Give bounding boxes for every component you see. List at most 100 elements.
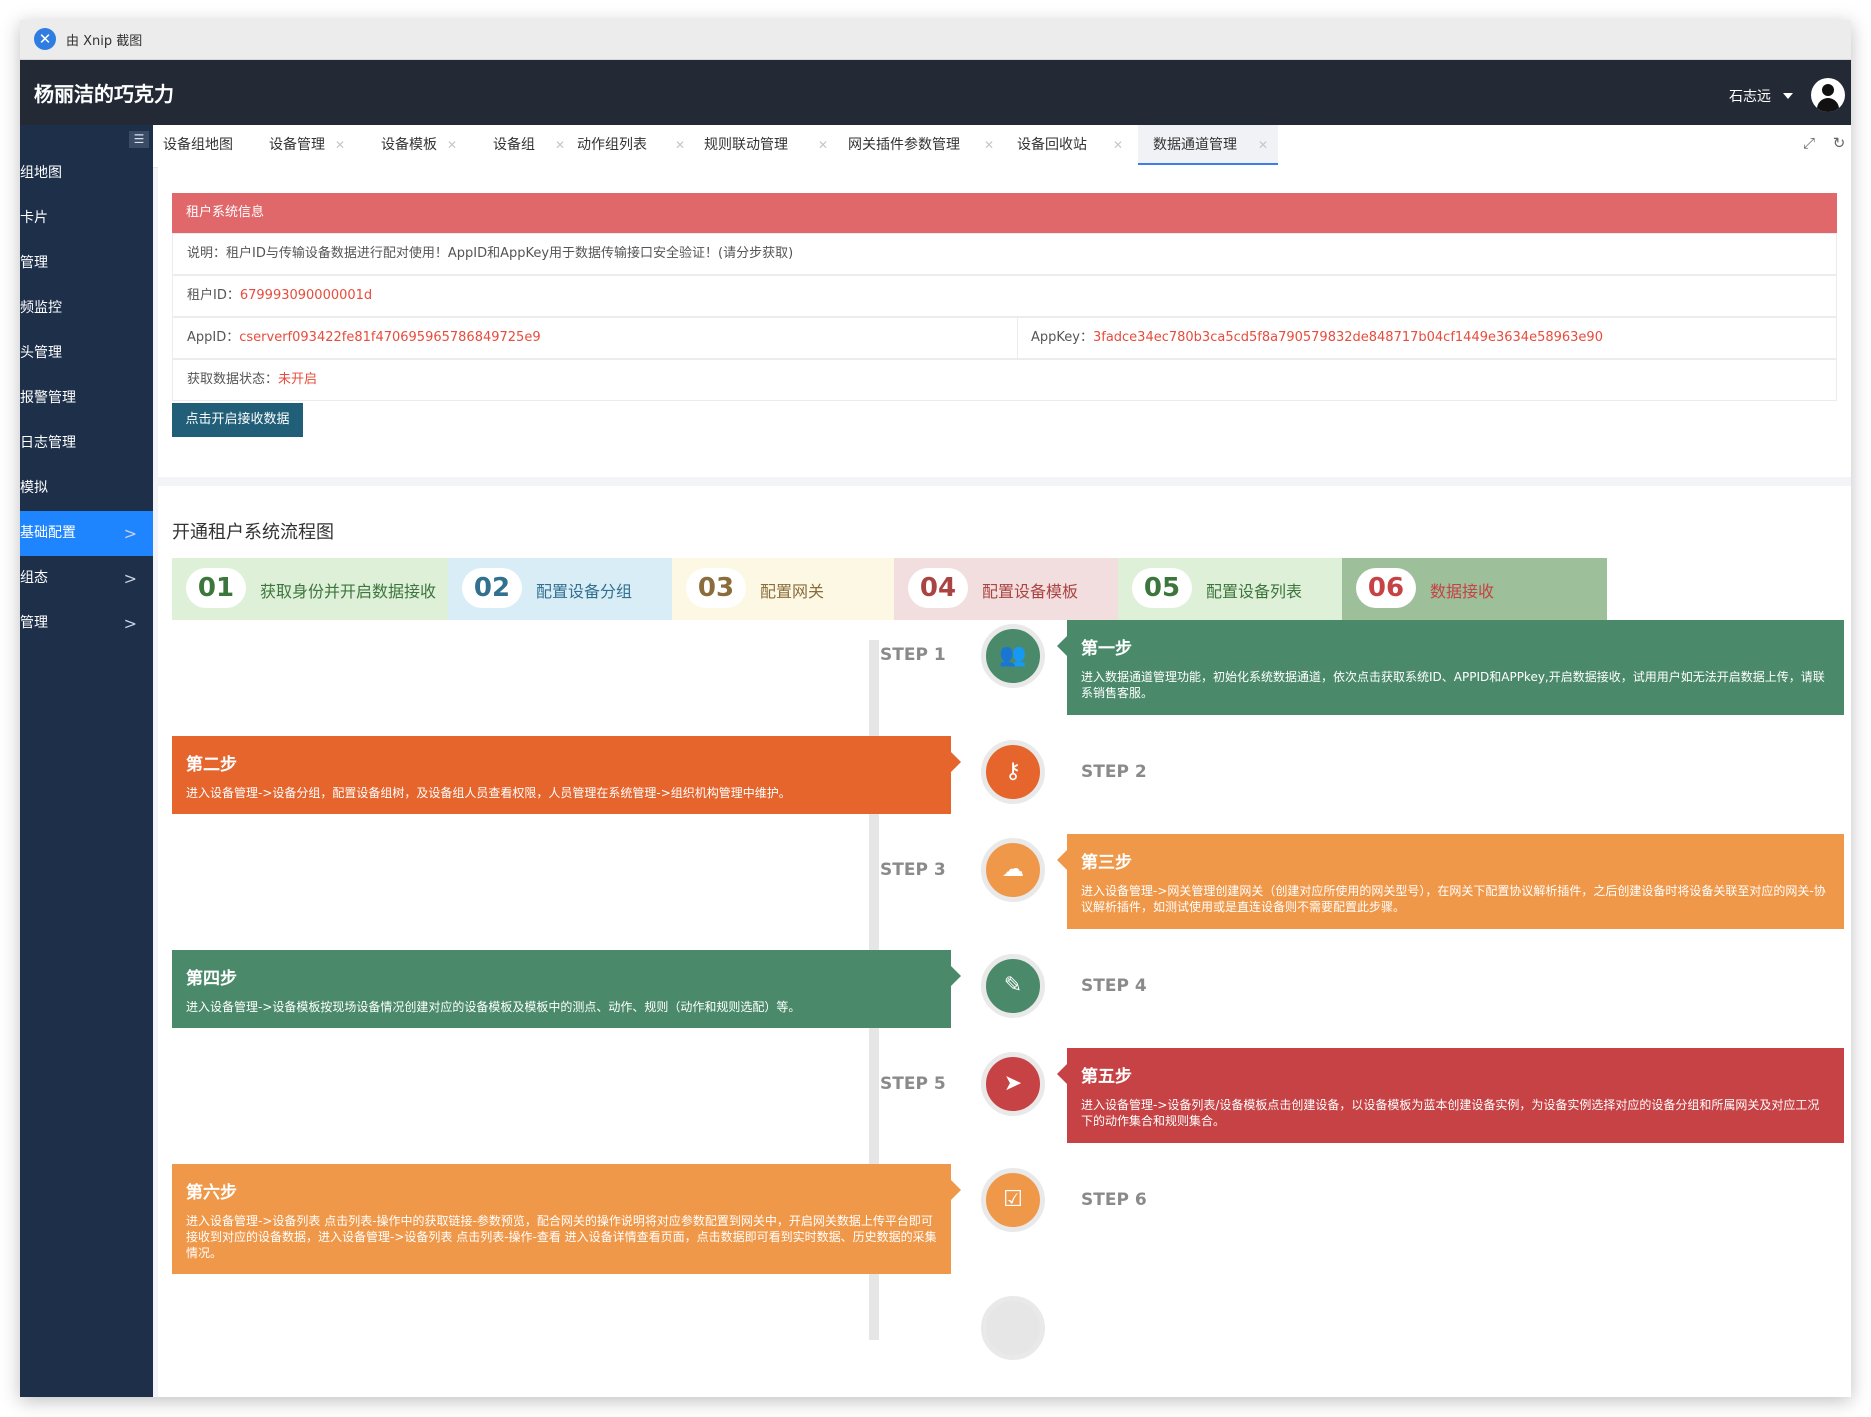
tab-label: 动作组列表 — [577, 137, 647, 153]
step-label: STEP 1 — [880, 645, 946, 665]
tab-bar: 设备组地图 设备管理 ✕ 设备模板 ✕ 设备组 ✕ 动作组列表 ✕ 规则联动管理 ✕ 网关… — [153, 125, 1851, 168]
sidebar-item[interactable]: 频监控 — [20, 286, 153, 331]
pencil-icon: ✎ — [1003, 973, 1023, 998]
step-node: 👥 — [981, 624, 1045, 688]
status-value: 未开启 — [278, 372, 318, 387]
tenant-desc-row: 说明：租户ID与传输设备数据进行配对使用！AppID和AppKey用于数据传输接… — [172, 233, 1837, 275]
tab-label: 设备模板 — [381, 137, 437, 153]
sidebar-item-active[interactable]: 基础配置 > — [20, 511, 153, 556]
tab[interactable]: 设备回收站 ✕ — [1017, 125, 1127, 165]
tenant-id-value: 679993090000001d — [239, 288, 373, 303]
sidebar-item-label: 报警管理 — [20, 390, 76, 406]
step-node: ✎ — [981, 954, 1045, 1018]
close-icon[interactable]: ✕ — [818, 125, 828, 165]
close-icon[interactable]: ✕ — [1113, 125, 1123, 165]
flow-step-label: 获取身份并开启数据接收 — [260, 582, 437, 601]
sidebar-collapse-icon[interactable]: ☰ — [129, 131, 149, 148]
sidebar-item[interactable]: 卡片 — [20, 196, 153, 241]
avatar[interactable] — [1811, 78, 1845, 112]
close-icon[interactable]: ✕ — [335, 125, 345, 165]
app-credentials-row: AppID：cserverf093422fe81f470695965786849… — [172, 317, 1837, 359]
tab[interactable]: 设备管理 ✕ — [269, 125, 349, 165]
sidebar-item-label: 组地图 — [20, 165, 62, 181]
step-label: STEP 5 — [880, 1074, 946, 1094]
avatar-head-icon — [1822, 84, 1834, 96]
card-pointer — [1057, 1064, 1067, 1084]
start-receive-button[interactable]: 点击开启接收数据 — [172, 403, 303, 437]
step-label: STEP 4 — [1081, 976, 1147, 996]
chevron-right-icon: > — [123, 524, 137, 543]
flow-step: 05 配置设备列表 — [1118, 558, 1342, 620]
flow-step-num: 01 — [186, 568, 246, 608]
sidebar-item[interactable]: 管理 — [20, 241, 153, 286]
status-label: 获取数据状态： — [187, 372, 279, 387]
tab[interactable]: 设备组地图 — [163, 125, 233, 165]
step-node: ☁ — [981, 838, 1045, 902]
tab-label: 设备组 — [493, 137, 535, 153]
sidebar-item-label: 基础配置 — [20, 525, 76, 541]
refresh-icon[interactable]: ↻ — [1831, 135, 1847, 151]
close-icon[interactable]: ✕ — [1258, 125, 1268, 165]
flow-title: 开通租户系统流程图 — [172, 522, 334, 543]
sidebar-item[interactable]: 模拟 — [20, 466, 153, 511]
send-icon: ➤ — [1003, 1071, 1023, 1096]
chevron-right-icon: > — [123, 614, 137, 633]
tenant-id-label: 租户ID： — [187, 288, 240, 303]
step-label: STEP 3 — [880, 860, 946, 880]
tab[interactable]: 设备模板 ✕ — [381, 125, 461, 165]
card-pointer — [951, 1180, 961, 1200]
close-icon[interactable]: ✕ — [447, 125, 457, 165]
flow-step: 02 配置设备分组 — [448, 558, 672, 620]
tab-active[interactable]: 数据通道管理 ✕ — [1138, 125, 1278, 165]
user-dropdown-icon[interactable] — [1783, 93, 1793, 99]
card-pointer — [951, 752, 961, 772]
close-icon[interactable]: ✕ — [984, 125, 994, 165]
sidebar-item-label: 头管理 — [20, 345, 62, 361]
sidebar-item[interactable]: 组地图 — [20, 151, 153, 196]
flow-step-num: 03 — [686, 568, 746, 608]
step-card-desc: 进入设备管理->设备列表/设备模板点击创建设备，以设备模板为蓝本创建设备实例，为… — [1081, 1098, 1820, 1128]
tab-label: 设备回收站 — [1017, 137, 1087, 153]
step-card-title: 第六步 — [186, 1183, 237, 1203]
brand-title: 杨丽洁的巧克力 — [34, 82, 174, 106]
card-pointer — [1057, 850, 1067, 870]
step-card-title: 第二步 — [186, 755, 237, 775]
tenant-desc: 说明：租户ID与传输设备数据进行配对使用！AppID和AppKey用于数据传输接… — [187, 246, 794, 261]
card-pointer — [951, 966, 961, 986]
tab[interactable]: 动作组列表 ✕ — [577, 125, 687, 165]
sidebar-item[interactable]: 头管理 — [20, 331, 153, 376]
screenshot-tool-bar: ✕ 由 Xnip 截图 — [20, 20, 1851, 60]
sidebar-item[interactable]: 管理 > — [20, 601, 153, 646]
tab[interactable]: 网关插件参数管理 ✕ — [848, 125, 998, 165]
close-icon[interactable]: ✕ — [675, 125, 685, 165]
user-name[interactable]: 石志远 — [1729, 86, 1771, 106]
step-node: ⚷ — [981, 740, 1045, 804]
sidebar: ☰ 组地图 卡片 管理 频监控 头管理 报警管理 日志管理 模拟 基础配置 > 组… — [20, 125, 153, 1397]
close-icon[interactable]: ✕ — [555, 125, 565, 165]
sidebar-item-label: 管理 — [20, 615, 48, 631]
step-label: STEP 6 — [1081, 1190, 1147, 1210]
appkey-label: AppKey： — [1031, 330, 1093, 345]
flow-step-num: 04 — [908, 568, 968, 608]
sidebar-item[interactable]: 日志管理 — [20, 421, 153, 466]
sidebar-item[interactable]: 报警管理 — [20, 376, 153, 421]
step-node: ➤ — [981, 1052, 1045, 1116]
tab-label: 数据通道管理 — [1153, 137, 1237, 153]
tenant-info-panel: 租户系统信息 说明：租户ID与传输设备数据进行配对使用！AppID和AppKey… — [158, 167, 1851, 477]
step-card-desc: 进入设备管理->设备列表 点击列表-操作中的获取链接-参数预览，配合网关的操作说… — [186, 1214, 937, 1260]
step-card-desc: 进入设备管理->网关管理创建网关（创建对应所使用的网关型号），在网关下配置协议解… — [1081, 884, 1826, 914]
users-icon: 👥 — [999, 643, 1027, 668]
tab-label: 网关插件参数管理 — [848, 137, 960, 153]
step-label: STEP 2 — [1081, 762, 1147, 782]
step-card: 第四步 进入设备管理->设备模板按现场设备情况创建对应的设备模板及模板中的测点、… — [172, 950, 961, 1028]
sidebar-item-label: 日志管理 — [20, 435, 76, 451]
step-card: 第三步 进入设备管理->网关管理创建网关（创建对应所使用的网关型号），在网关下配… — [1057, 834, 1844, 929]
xnip-label: 由 Xnip 截图 — [66, 34, 143, 49]
fullscreen-icon[interactable]: ⤢ — [1801, 135, 1817, 151]
sidebar-item[interactable]: 组态 > — [20, 556, 153, 601]
flow-step-label: 配置网关 — [760, 582, 825, 601]
tab[interactable]: 设备组 ✕ — [493, 125, 565, 165]
sidebar-item-label: 组态 — [20, 570, 48, 586]
appkey-value: 3fadce34ec780b3ca5cd5f8a790579832de84871… — [1092, 330, 1603, 345]
tab[interactable]: 规则联动管理 ✕ — [704, 125, 834, 165]
